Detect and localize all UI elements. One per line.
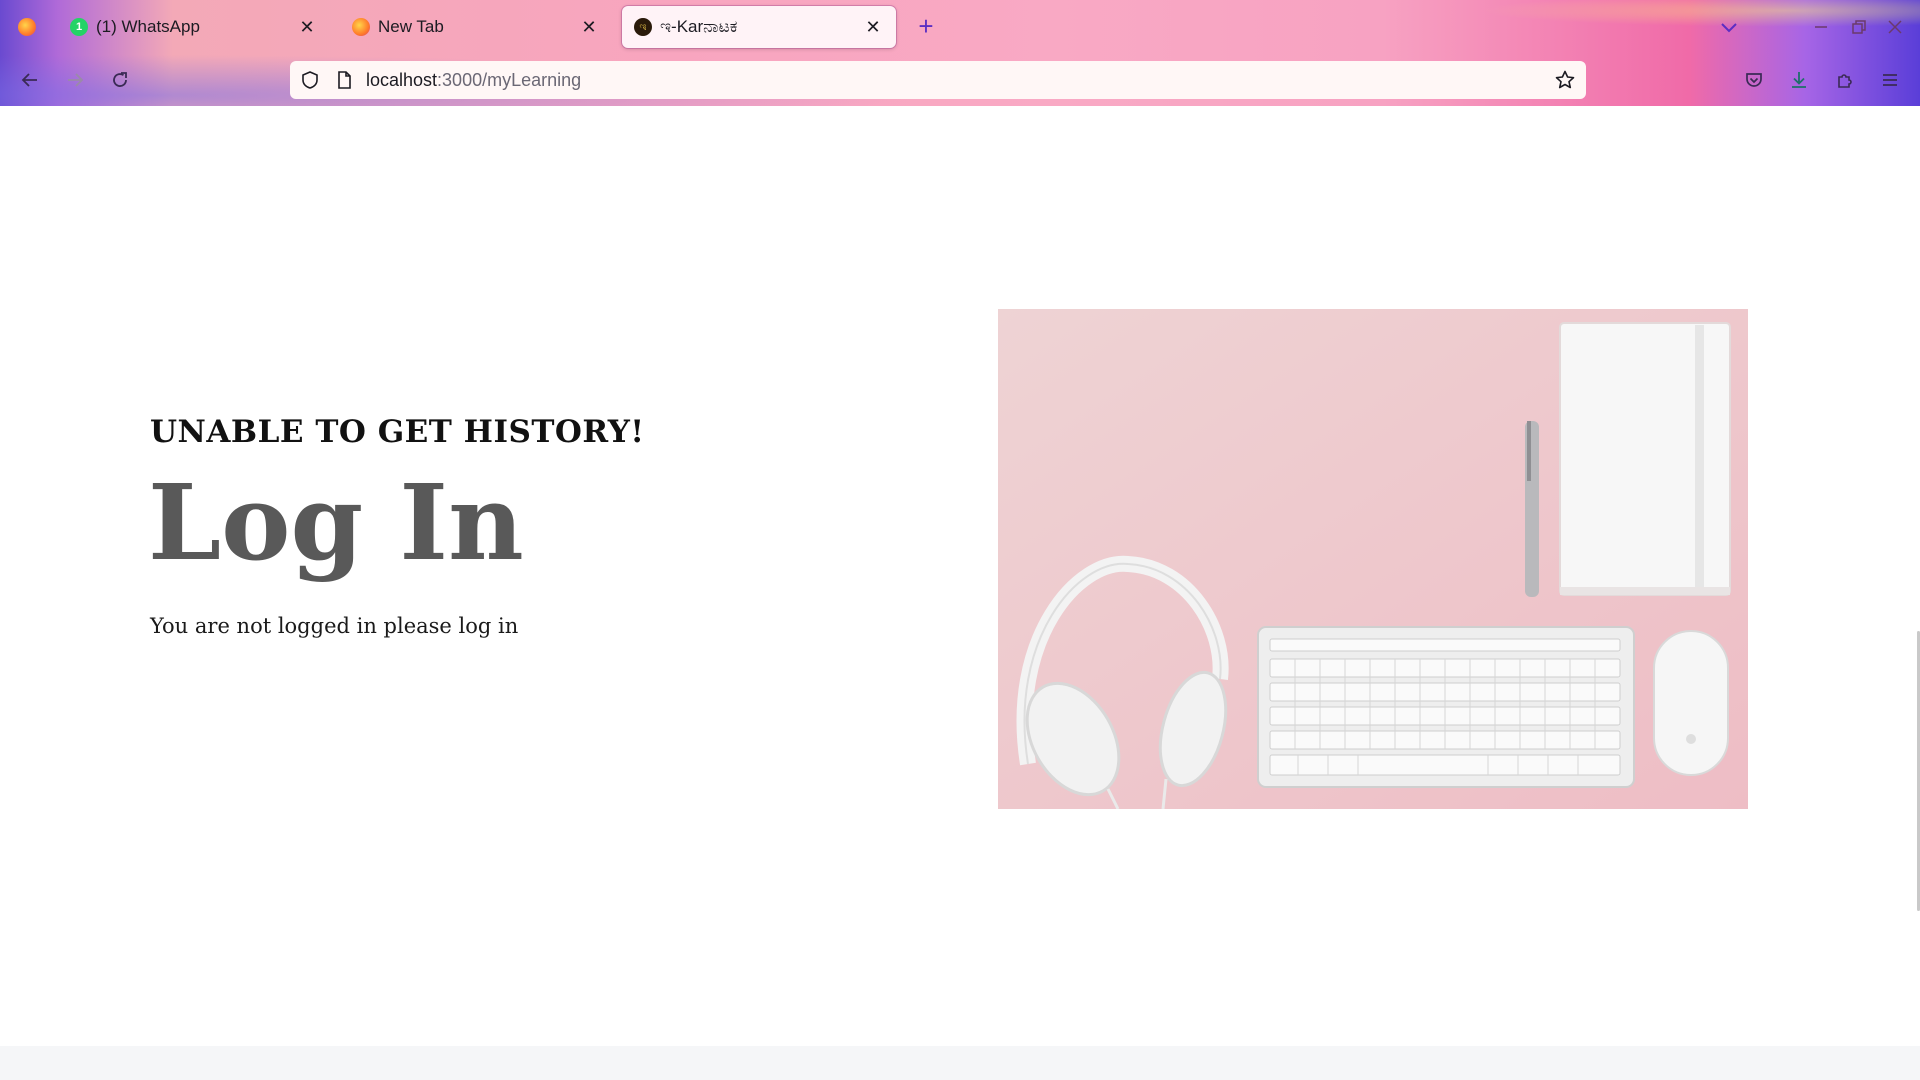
new-tab-button[interactable]: +: [912, 13, 940, 41]
ekarnataka-icon: ಇ: [634, 18, 652, 36]
whatsapp-icon: 1: [70, 18, 88, 36]
downloads-button[interactable]: [1783, 64, 1815, 96]
puzzle-icon: [1838, 74, 1852, 88]
restore-button[interactable]: [1845, 14, 1871, 40]
minimize-button[interactable]: [1808, 14, 1834, 40]
tab-new-tab[interactable]: New Tab ✕: [340, 6, 612, 48]
page-content: UNABLE TO GET HISTORY! Log In You are no…: [0, 106, 1920, 1080]
tab-badge: 1: [75, 21, 83, 33]
pen-illustration: [1525, 421, 1539, 597]
url-host: localhost: [366, 70, 438, 90]
close-icon[interactable]: ✕: [296, 16, 318, 38]
firefox-icon: [352, 18, 370, 36]
pocket-icon: [1746, 73, 1762, 87]
arrow-left-icon: [21, 73, 37, 87]
address-bar[interactable]: localhost:3000/myLearning: [290, 61, 1586, 99]
forward-button[interactable]: [59, 64, 91, 96]
shield-icon[interactable]: [300, 70, 320, 90]
extensions-button[interactable]: [1829, 64, 1861, 96]
tab-whatsapp[interactable]: 1 (1) WhatsApp ✕: [58, 6, 330, 48]
firefox-menu-button[interactable]: [8, 8, 46, 46]
page-icon[interactable]: [334, 70, 354, 90]
pocket-button[interactable]: [1738, 64, 1770, 96]
close-icon[interactable]: ✕: [578, 16, 600, 38]
tab-title: (1) WhatsApp: [96, 17, 200, 36]
minimize-icon: [1815, 26, 1827, 28]
hero-image: [998, 309, 1748, 809]
footer: [0, 1046, 1920, 1080]
reload-icon: [113, 72, 127, 87]
back-button[interactable]: [14, 64, 46, 96]
login-message: You are not logged in please log in: [150, 614, 519, 638]
list-all-tabs-button[interactable]: [1716, 14, 1742, 40]
url-path: :3000/myLearning: [437, 70, 582, 90]
tab-bar: 1 (1) WhatsApp ✕ New Tab ✕ ಇ ಇ-Karನಾಟಕ ✕…: [0, 0, 1920, 54]
navigation-toolbar: localhost:3000/myLearning: [0, 54, 1920, 106]
restore-icon: [1852, 20, 1866, 34]
browser-chrome: 1 (1) WhatsApp ✕ New Tab ✕ ಇ ಇ-Karನಾಟಕ ✕…: [0, 0, 1920, 106]
firefox-icon: [18, 18, 36, 36]
url-text[interactable]: localhost:3000/myLearning: [366, 70, 581, 91]
tab-title: New Tab: [378, 17, 444, 36]
desk-photo-illustration: [998, 309, 1748, 809]
close-icon[interactable]: ✕: [862, 16, 884, 38]
app-menu-button[interactable]: [1874, 64, 1906, 96]
hamburger-menu-icon: [1883, 74, 1897, 86]
login-heading: Log In: [148, 461, 524, 584]
download-icon: [1792, 72, 1806, 88]
close-window-button[interactable]: [1882, 14, 1908, 40]
tab-title: ಇ-Karನಾಟಕ: [660, 17, 738, 36]
notebook-illustration: [1559, 322, 1731, 596]
arrow-right-icon: [68, 73, 84, 87]
tab-ekarnataka[interactable]: ಇ ಇ-Karನಾಟಕ ✕: [622, 6, 896, 48]
reload-button[interactable]: [104, 64, 136, 96]
chevron-down-icon: [1721, 23, 1737, 33]
mouse-illustration: [1653, 630, 1729, 776]
history-error-title: UNABLE TO GET HISTORY!: [150, 414, 645, 450]
keyboard-illustration: [1257, 626, 1635, 788]
close-icon: [1888, 20, 1902, 34]
star-icon[interactable]: [1554, 69, 1576, 91]
